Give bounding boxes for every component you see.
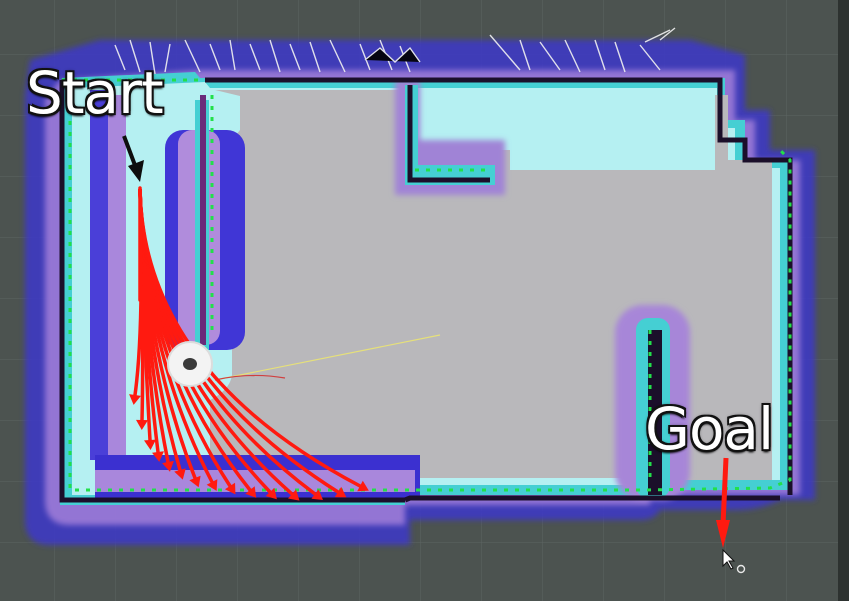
- robot-icon[interactable]: [167, 341, 213, 387]
- start-label: Start: [26, 59, 164, 127]
- goal-label: Goal: [645, 395, 774, 463]
- window-edge: [838, 0, 849, 601]
- rviz-map-viewport[interactable]: Start Goal: [0, 0, 849, 601]
